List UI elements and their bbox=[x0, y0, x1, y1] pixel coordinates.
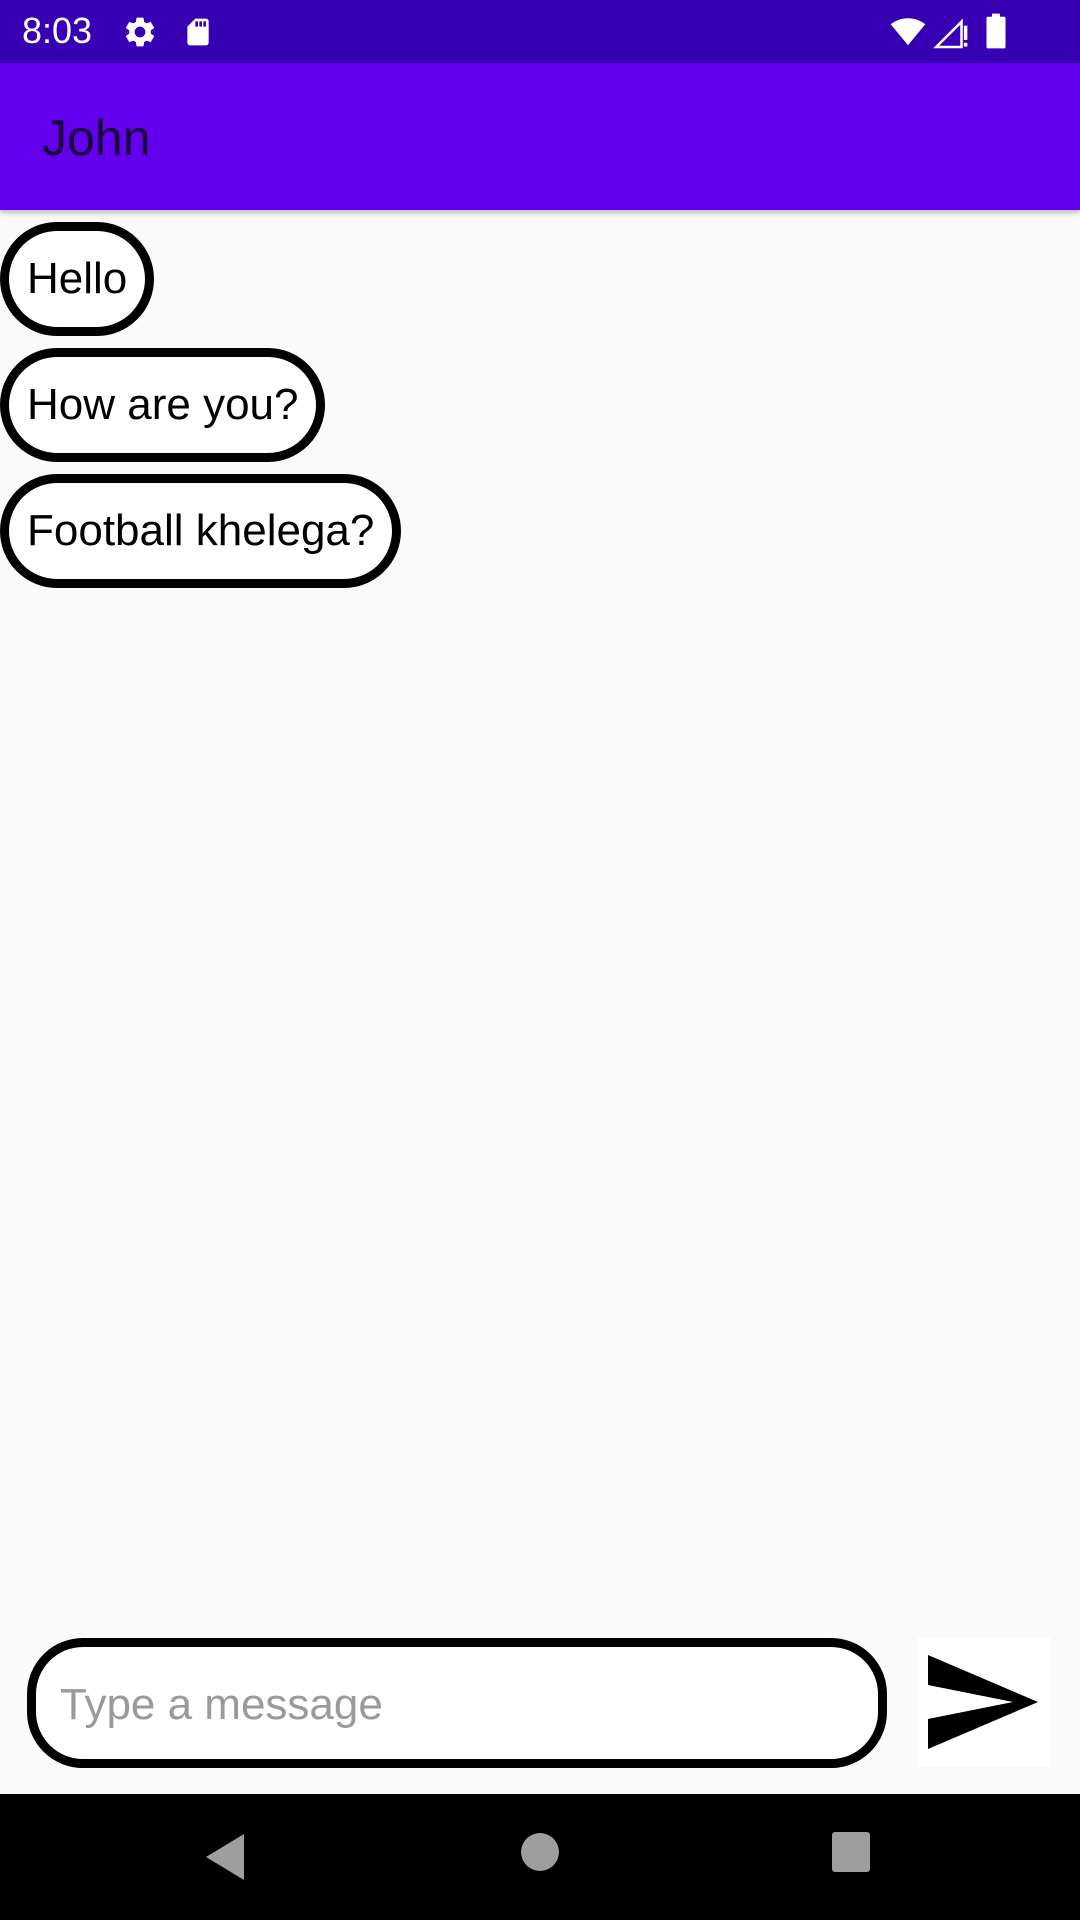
message-bubble: Hello bbox=[0, 222, 155, 336]
gear-icon bbox=[125, 17, 155, 47]
message-input[interactable]: Type a message bbox=[27, 1638, 887, 1768]
back-icon[interactable] bbox=[200, 1830, 250, 1884]
battery-icon bbox=[986, 13, 1006, 49]
message-list: Hello How are you? Football khelega? bbox=[0, 222, 1080, 600]
status-bar: 8:03 bbox=[0, 0, 1080, 63]
app-bar: John bbox=[0, 63, 1080, 210]
contact-name-title: John bbox=[42, 110, 151, 166]
message-bubble: Football khelega? bbox=[0, 474, 402, 588]
send-icon bbox=[928, 1655, 1038, 1749]
recents-icon[interactable] bbox=[831, 1831, 871, 1873]
sd-card-icon bbox=[187, 18, 209, 46]
message-input-placeholder: Type a message bbox=[60, 1680, 383, 1729]
message-bubble: How are you? bbox=[0, 348, 326, 462]
chat-screen: 8:03 John Hello How are you? Football kh… bbox=[0, 0, 1080, 1920]
status-time: 8:03 bbox=[22, 10, 93, 51]
wifi-icon bbox=[890, 18, 926, 46]
navigation-bar bbox=[0, 1794, 1080, 1920]
cell-signal-icon bbox=[933, 18, 968, 49]
send-button[interactable] bbox=[918, 1637, 1050, 1767]
home-icon[interactable] bbox=[520, 1832, 560, 1872]
